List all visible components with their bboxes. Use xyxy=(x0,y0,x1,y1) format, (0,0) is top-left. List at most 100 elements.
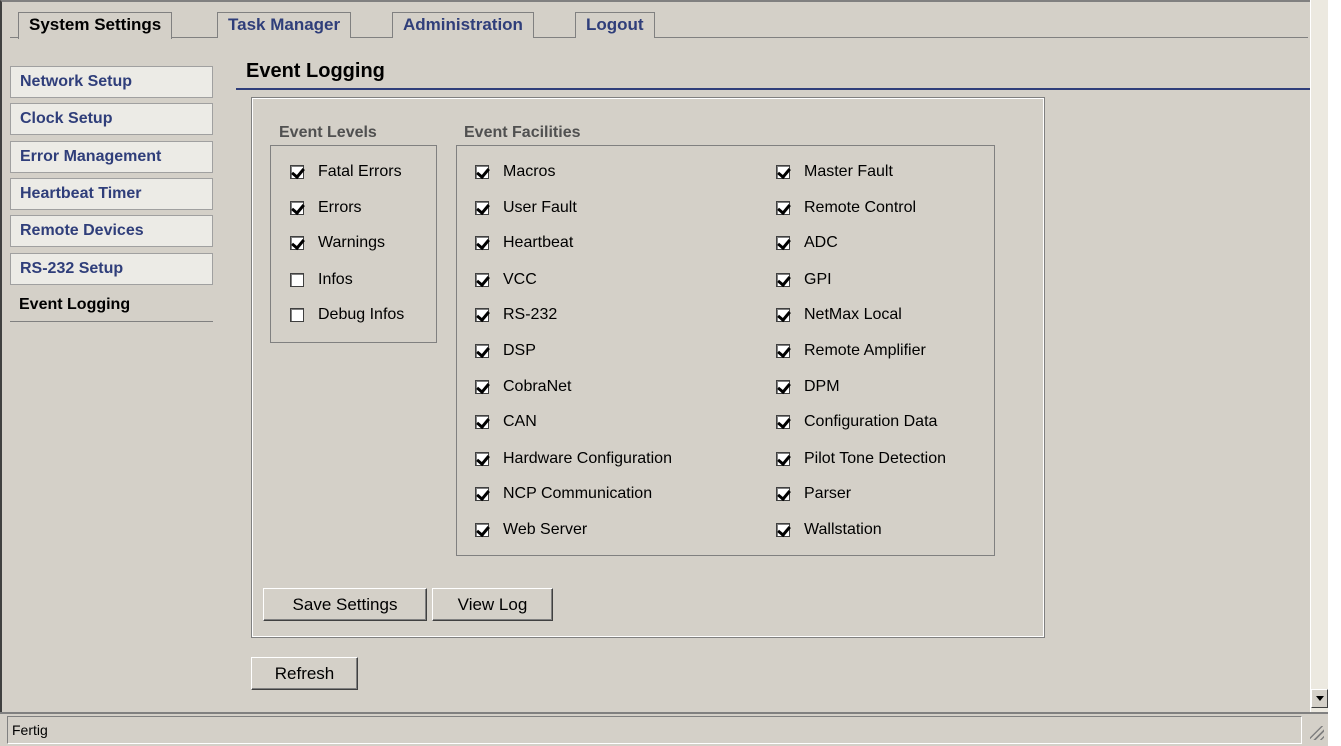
level-errors[interactable]: Errors xyxy=(290,198,362,218)
checkbox-label: Remote Amplifier xyxy=(804,342,926,359)
facility-gpi[interactable]: GPI xyxy=(776,270,832,290)
checkbox-label: Configuration Data xyxy=(804,413,938,430)
page-title: Event Logging xyxy=(246,60,385,82)
checkbox-label: Debug Infos xyxy=(318,306,405,323)
facility-master-fault[interactable]: Master Fault xyxy=(776,162,893,182)
checkbox-fatal-errors[interactable] xyxy=(290,165,304,179)
level-infos[interactable]: Infos xyxy=(290,270,353,290)
facility-configuration-data[interactable]: Configuration Data xyxy=(776,412,937,432)
level-debug-infos[interactable]: Debug Infos xyxy=(290,305,404,325)
facility-vcc[interactable]: VCC xyxy=(475,270,537,290)
event-facilities-title: Event Facilities xyxy=(464,124,581,141)
checkbox-label: Master Fault xyxy=(804,163,893,180)
checkbox-web-server[interactable] xyxy=(475,523,489,537)
tab-system-settings[interactable]: System Settings xyxy=(18,12,173,39)
facility-user-fault[interactable]: User Fault xyxy=(475,198,577,218)
status-bar: Fertig xyxy=(7,716,1302,744)
checkbox-label: User Fault xyxy=(503,199,577,216)
view-log-button[interactable]: View Log xyxy=(432,588,553,621)
checkbox-label: NetMax Local xyxy=(804,306,902,323)
checkbox-label: GPI xyxy=(804,271,832,288)
facility-dpm[interactable]: DPM xyxy=(776,377,840,397)
window-edge xyxy=(1328,0,1341,746)
checkbox-label: VCC xyxy=(503,271,537,288)
facility-parser[interactable]: Parser xyxy=(776,484,851,504)
checkbox-macros[interactable] xyxy=(475,165,489,179)
checkbox-user-fault[interactable] xyxy=(475,201,489,215)
checkbox-warnings[interactable] xyxy=(290,236,304,250)
checkbox-netmax-local[interactable] xyxy=(776,308,790,322)
facility-ncp-communication[interactable]: NCP Communication xyxy=(475,484,652,504)
checkbox-label: Infos xyxy=(318,271,353,288)
checkbox-label: Heartbeat xyxy=(503,234,574,251)
save-settings-button[interactable]: Save Settings xyxy=(263,588,427,621)
resize-grip-icon[interactable] xyxy=(1305,716,1328,744)
checkbox-ncp-communication[interactable] xyxy=(475,487,489,501)
facility-adc[interactable]: ADC xyxy=(776,233,838,253)
facility-heartbeat[interactable]: Heartbeat xyxy=(475,233,573,253)
facility-rs232[interactable]: RS-232 xyxy=(475,305,557,325)
facility-remote-control[interactable]: Remote Control xyxy=(776,198,916,218)
sidebar-item-heartbeat-timer[interactable]: Heartbeat Timer xyxy=(10,178,213,210)
checkbox-rs232[interactable] xyxy=(475,308,489,322)
tab-logout[interactable]: Logout xyxy=(575,12,655,38)
sidebar-item-rs232-setup[interactable]: RS-232 Setup xyxy=(10,253,213,285)
sidebar-item-error-management[interactable]: Error Management xyxy=(10,141,213,173)
facility-netmax-local[interactable]: NetMax Local xyxy=(776,305,902,325)
checkbox-label: Parser xyxy=(804,485,852,502)
checkbox-label: DPM xyxy=(804,378,840,395)
refresh-button[interactable]: Refresh xyxy=(251,657,358,690)
checkbox-configuration-data[interactable] xyxy=(776,415,790,429)
status-separator xyxy=(0,712,1328,714)
checkbox-heartbeat[interactable] xyxy=(475,236,489,250)
checkbox-pilot-tone-detection[interactable] xyxy=(776,452,790,466)
checkbox-can[interactable] xyxy=(475,415,489,429)
checkbox-gpi[interactable] xyxy=(776,273,790,287)
vertical-scrollbar[interactable] xyxy=(1310,0,1328,712)
checkbox-label: Pilot Tone Detection xyxy=(804,450,947,467)
checkbox-adc[interactable] xyxy=(776,236,790,250)
checkbox-label: DSP xyxy=(503,342,536,359)
facility-remote-amplifier[interactable]: Remote Amplifier xyxy=(776,341,926,361)
sidebar-item-clock-setup[interactable]: Clock Setup xyxy=(10,103,213,135)
checkbox-label: Macros xyxy=(503,163,556,180)
checkbox-label: Hardware Configuration xyxy=(503,450,672,467)
facility-hardware-configuration[interactable]: Hardware Configuration xyxy=(475,449,672,469)
level-fatal-errors[interactable]: Fatal Errors xyxy=(290,162,402,182)
tab-administration[interactable]: Administration xyxy=(392,12,534,38)
checkbox-debug-infos[interactable] xyxy=(290,308,304,322)
checkbox-infos[interactable] xyxy=(290,273,304,287)
event-levels-title: Event Levels xyxy=(279,124,377,141)
checkbox-dpm[interactable] xyxy=(776,380,790,394)
checkbox-dsp[interactable] xyxy=(475,344,489,358)
checkbox-label: Fatal Errors xyxy=(318,163,402,180)
scroll-down-arrow-icon[interactable] xyxy=(1311,689,1328,708)
checkbox-remote-amplifier[interactable] xyxy=(776,344,790,358)
checkbox-parser[interactable] xyxy=(776,487,790,501)
level-warnings[interactable]: Warnings xyxy=(290,233,385,253)
checkbox-label: CAN xyxy=(503,413,537,430)
facility-pilot-tone-detection[interactable]: Pilot Tone Detection xyxy=(776,449,946,469)
checkbox-remote-control[interactable] xyxy=(776,201,790,215)
facility-web-server[interactable]: Web Server xyxy=(475,520,587,540)
sidebar-item-event-logging[interactable]: Event Logging xyxy=(10,290,213,322)
checkbox-label: Wallstation xyxy=(804,521,882,538)
sidebar-item-remote-devices[interactable]: Remote Devices xyxy=(10,215,213,247)
facility-macros[interactable]: Macros xyxy=(475,162,555,182)
sidebar-item-network-setup[interactable]: Network Setup xyxy=(10,66,213,98)
checkbox-label: Web Server xyxy=(503,521,588,538)
checkbox-label: RS-232 xyxy=(503,306,558,323)
checkbox-label: Warnings xyxy=(318,234,385,251)
checkbox-master-fault[interactable] xyxy=(776,165,790,179)
facility-wallstation[interactable]: Wallstation xyxy=(776,520,882,540)
tab-task-manager[interactable]: Task Manager xyxy=(217,12,352,38)
facility-cobranet[interactable]: CobraNet xyxy=(475,377,571,397)
facility-can[interactable]: CAN xyxy=(475,412,537,432)
checkbox-errors[interactable] xyxy=(290,201,304,215)
checkbox-cobranet[interactable] xyxy=(475,380,489,394)
checkbox-hardware-configuration[interactable] xyxy=(475,452,489,466)
facility-dsp[interactable]: DSP xyxy=(475,341,536,361)
checkbox-label: NCP Communication xyxy=(503,485,653,502)
checkbox-wallstation[interactable] xyxy=(776,523,790,537)
checkbox-vcc[interactable] xyxy=(475,273,489,287)
